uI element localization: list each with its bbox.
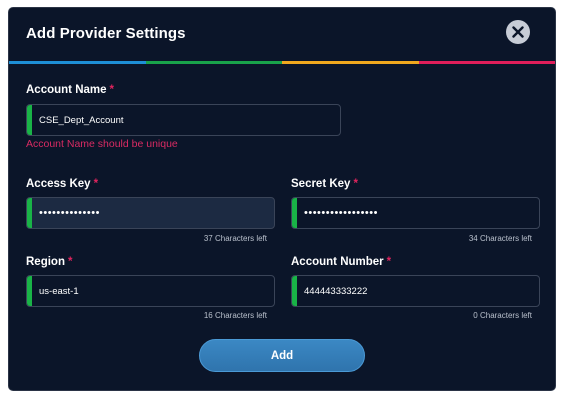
region-field[interactable] [26, 275, 275, 307]
access-key-counter: 37 Characters left [203, 234, 267, 243]
access-key-label: Access Key * [26, 178, 98, 190]
account-number-counter: 0 Characters left [473, 311, 532, 320]
color-stripe [9, 61, 555, 64]
valid-indicator-bar [27, 276, 32, 306]
close-icon [512, 26, 524, 38]
add-button[interactable]: Add [199, 339, 365, 372]
account-name-error: Account Name should be unique [26, 138, 178, 150]
region-input[interactable] [39, 276, 268, 306]
stripe-segment-green [145, 61, 282, 64]
dialog-title: Add Provider Settings [26, 25, 186, 42]
secret-key-counter: 34 Characters left [468, 234, 532, 243]
secret-key-input[interactable] [304, 198, 533, 228]
required-mark: * [67, 256, 73, 268]
stripe-segment-red [418, 61, 555, 64]
close-button[interactable] [506, 20, 530, 44]
required-mark: * [386, 256, 392, 268]
secret-key-label: Secret Key * [291, 178, 358, 190]
access-key-label-text: Access Key [26, 178, 91, 190]
secret-key-label-text: Secret Key [291, 178, 351, 190]
stripe-segment-blue [9, 61, 146, 64]
account-name-label-text: Account Name [26, 84, 107, 96]
valid-indicator-bar [27, 105, 32, 135]
valid-indicator-bar [27, 198, 32, 228]
account-name-field[interactable] [26, 104, 341, 136]
required-mark: * [353, 178, 358, 190]
account-number-label-text: Account Number [291, 256, 384, 268]
account-name-label: Account Name * [26, 84, 114, 96]
secret-key-field[interactable] [291, 197, 540, 229]
add-provider-dialog: Add Provider Settings Account Name* Acco… [9, 8, 555, 390]
valid-indicator-bar [292, 198, 297, 228]
account-number-input[interactable] [304, 276, 533, 306]
region-counter: 16 Characters left [203, 311, 267, 320]
stripe-segment-orange [282, 61, 419, 64]
access-key-field[interactable] [26, 197, 275, 229]
access-key-input[interactable] [39, 198, 268, 228]
region-label: Region * [26, 256, 72, 268]
account-number-label: Account Number * [291, 256, 391, 268]
account-name-input[interactable] [39, 105, 334, 135]
valid-indicator-bar [292, 276, 297, 306]
region-label-text: Region [26, 256, 65, 268]
required-mark: * [109, 84, 115, 96]
required-mark: * [93, 178, 99, 190]
account-number-field[interactable] [291, 275, 540, 307]
